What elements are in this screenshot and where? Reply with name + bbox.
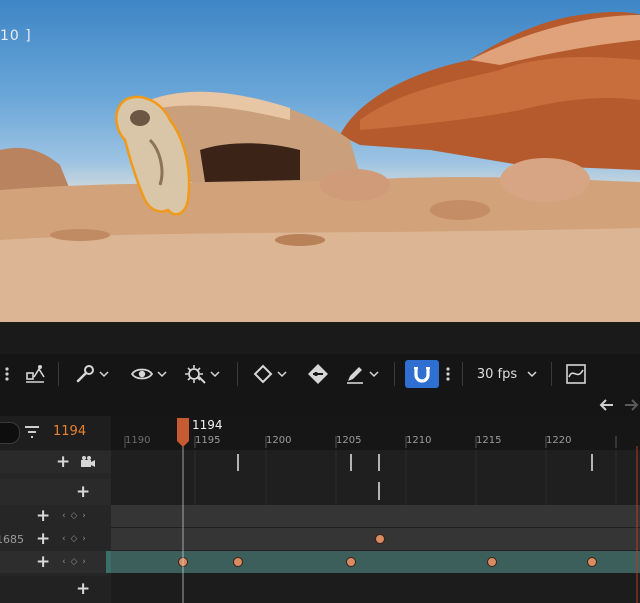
add-track-icon[interactable]: +: [56, 453, 70, 471]
key-navigation-icon[interactable]: ‹ ◇ ›: [62, 557, 87, 567]
track-row-add[interactable]: +: [0, 576, 111, 603]
track-row-actor[interactable]: +: [0, 479, 111, 505]
add-key-icon[interactable]: +: [36, 553, 50, 571]
property-value[interactable]: 1685: [0, 533, 24, 546]
keyframe: [233, 557, 243, 567]
track-row-selected[interactable]: + ‹ ◇ ›: [0, 551, 111, 573]
chevron-down-icon: [157, 371, 167, 378]
filter-icon[interactable]: [24, 425, 40, 439]
chevron-down-icon: [527, 371, 537, 378]
add-track-icon[interactable]: +: [76, 581, 90, 598]
key-tangent-icon[interactable]: [304, 359, 332, 389]
auto-key-icon[interactable]: [182, 359, 222, 389]
sequencer-toolbar: 30 fps: [0, 354, 640, 394]
toolbar-separator: [237, 362, 238, 386]
timeline-nav-row: [0, 394, 640, 416]
playhead-handle: [177, 418, 189, 447]
camera-icon: [81, 456, 95, 467]
curve-editor-icon[interactable]: [564, 359, 588, 389]
add-key-icon[interactable]: +: [36, 530, 50, 548]
chevron-down-icon: [210, 371, 220, 378]
eye-icon[interactable]: [128, 359, 170, 389]
toolbar-separator: [394, 362, 395, 386]
add-key-icon[interactable]: +: [36, 507, 50, 525]
actor-hierarchy-icon[interactable]: [22, 359, 48, 389]
keyframe: [587, 557, 597, 567]
track-row-camera[interactable]: +: [0, 451, 111, 473]
keyframe: [346, 557, 356, 567]
track-row-property[interactable]: 1685 + ‹ ◇ ›: [0, 528, 111, 550]
chevron-down-icon: [369, 371, 379, 378]
toolbar-separator: [551, 362, 552, 386]
snap-magnet-icon[interactable]: [405, 360, 439, 388]
arrow-right-icon[interactable]: [624, 398, 640, 412]
key-navigation-icon[interactable]: ‹ ◇ ›: [62, 534, 87, 544]
level-viewport[interactable]: 10 ]: [0, 0, 640, 322]
current-frame-field[interactable]: 1194: [53, 424, 86, 439]
timeline-tracks: [111, 418, 640, 603]
search-input[interactable]: [0, 422, 20, 444]
diamond-key-icon[interactable]: [250, 359, 290, 389]
keyframe: [375, 534, 385, 544]
snap-options-icon[interactable]: [443, 359, 453, 389]
add-track-icon[interactable]: +: [76, 483, 90, 501]
keyframe: [487, 557, 497, 567]
sequencer-outliner: 1194 + + + ‹ ◇ › 1685 + ‹ ◇ › + ‹ ◇ › +: [0, 416, 111, 603]
track-row-property[interactable]: + ‹ ◇ ›: [0, 505, 111, 527]
toolbar-separator: [462, 362, 463, 386]
chevron-down-icon: [277, 371, 287, 378]
pencil-icon[interactable]: [342, 359, 382, 389]
outliner-header: 1194: [0, 416, 111, 450]
panel-divider: [0, 322, 640, 354]
desert-scene-image: [0, 11, 640, 322]
key-navigation-icon[interactable]: ‹ ◇ ›: [62, 511, 87, 521]
chevron-down-icon: [99, 371, 109, 378]
more-vertical-icon[interactable]: [0, 359, 14, 389]
viewport-frame-label: 10 ]: [0, 28, 32, 44]
toolbar-separator: [58, 362, 59, 386]
wrench-icon[interactable]: [72, 359, 112, 389]
arrow-left-icon[interactable]: [598, 398, 614, 412]
fps-label: 30 fps: [476, 366, 518, 382]
fps-dropdown[interactable]: 30 fps: [476, 359, 538, 389]
timeline-area[interactable]: 1190 1195 1200 1205 1210 1215 1220 1194: [111, 416, 640, 603]
